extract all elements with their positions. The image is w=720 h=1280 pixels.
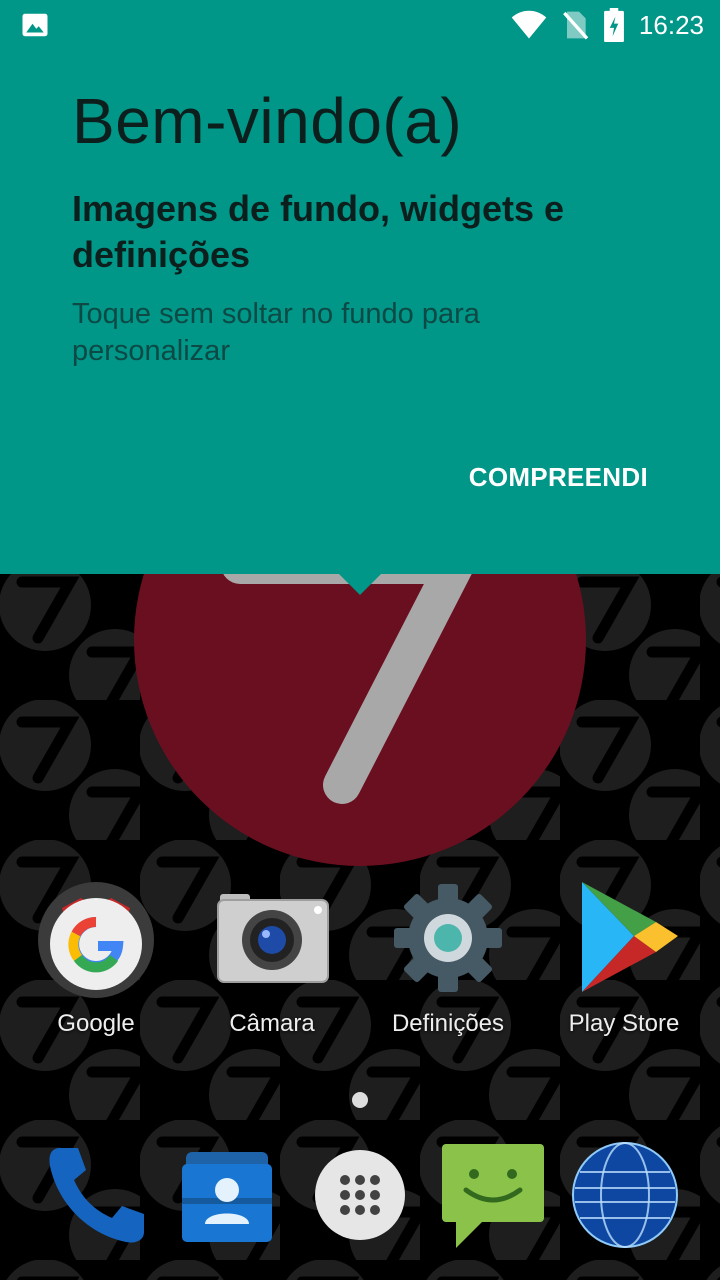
phone-icon[interactable] <box>40 1140 150 1250</box>
battery-charging-icon <box>604 8 624 42</box>
welcome-card: Bem-vindo(a) Imagens de fundo, widgets e… <box>0 0 720 574</box>
page-indicator-dot <box>352 1092 368 1108</box>
app-label: Câmara <box>229 1010 315 1037</box>
wifi-icon <box>511 10 547 39</box>
browser-globe-icon[interactable] <box>570 1140 680 1250</box>
got-it-button[interactable]: COMPREENDI <box>469 458 648 497</box>
settings-gear-icon <box>394 884 502 992</box>
play-store-icon <box>582 882 678 992</box>
welcome-title: Bem-vindo(a) <box>72 85 463 157</box>
app-settings[interactable]: Definições <box>358 878 538 1048</box>
welcome-body-text: Toque sem soltar no fundo para personali… <box>72 298 480 367</box>
app-label: Definições <box>391 1010 505 1037</box>
messaging-icon[interactable] <box>438 1140 548 1250</box>
app-label: Google <box>57 1010 135 1037</box>
app-label: Play Store <box>568 1010 680 1037</box>
welcome-heading: Imagens de fundo, widgets e definições <box>72 188 565 275</box>
google-icon <box>38 882 154 998</box>
app-drawer-icon[interactable] <box>305 1140 415 1250</box>
no-sim-icon <box>563 11 589 40</box>
clock: 16:23 <box>638 9 704 40</box>
camera-icon <box>217 894 329 983</box>
app-camera[interactable]: Câmara <box>182 878 362 1048</box>
image-icon <box>22 13 48 37</box>
contacts-icon[interactable] <box>172 1140 282 1250</box>
status-bar: 16:23 <box>0 0 720 48</box>
card-pointer <box>338 573 382 595</box>
app-google[interactable]: Google <box>6 878 186 1048</box>
app-play-store[interactable]: Play Store <box>534 878 714 1048</box>
